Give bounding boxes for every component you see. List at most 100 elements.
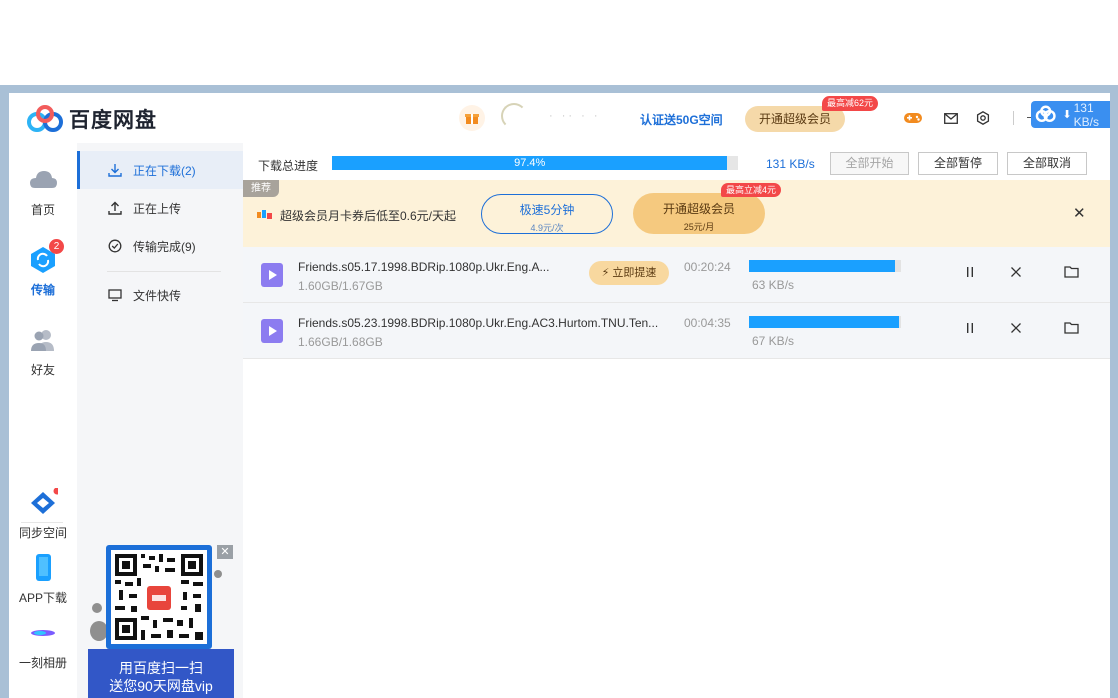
speed-up-button[interactable]: ⚡ 立即提速 — [589, 261, 669, 285]
boost-button-price: 4.9元/次 — [530, 223, 564, 233]
promo-line-2: 送您90天网盘vip — [109, 678, 213, 694]
settings-gear-icon[interactable] — [973, 108, 993, 128]
sidebar-label-quick-transfer: 文件快传 — [133, 288, 182, 303]
check-circle-icon — [107, 238, 123, 254]
sidebar-separator — [107, 271, 221, 272]
download-arrow-icon: ⬇ — [1062, 109, 1072, 121]
friends-icon — [28, 325, 58, 355]
app-title: 百度网盘 — [69, 109, 157, 132]
overall-speed: 131 KB/s — [766, 157, 815, 171]
task-file-name: Friends.s05.17.1998.BDRip.1080p.Ukr.Eng.… — [298, 260, 550, 274]
qr-code-frame — [106, 545, 212, 649]
speed-boost-5min-button[interactable]: 极速5分钟 4.9元/次 — [481, 194, 613, 234]
rail-label-album: 一刻相册 — [18, 656, 67, 670]
sidebar-label-completed: 传输完成(9) — [133, 239, 196, 254]
task-progress-bar — [749, 260, 901, 272]
title-bar: 百度网盘 · ·· · · 认证送50G空间 开通超级会员 最高减62元 — [9, 93, 1110, 143]
overall-progress-fill: 97.4% — [332, 156, 728, 170]
cancel-task-icon[interactable] — [1008, 265, 1024, 283]
sidebar-item-uploading[interactable]: 正在上传 — [77, 189, 243, 227]
ad-text: 超级会员月卡券后低至0.6元/天起 — [280, 209, 457, 223]
app-logo[interactable]: 百度网盘 — [27, 104, 157, 134]
overall-progress-row: 下载总进度 97.4% 131 KB/s 全部开始 全部暂停 全部取消 — [243, 143, 1110, 181]
video-file-icon — [261, 319, 283, 343]
rail-item-transfer[interactable]: 2 传输 — [9, 239, 77, 298]
video-file-icon — [261, 263, 283, 287]
ad-discount-badge: 最高立减4元 — [721, 183, 782, 197]
sync-icon — [28, 487, 61, 518]
rail-label-transfer: 传输 — [30, 283, 55, 297]
transfer-icon: 2 — [28, 239, 64, 275]
promo-close-button[interactable]: ✕ — [217, 545, 233, 559]
task-progress-fill — [749, 316, 900, 328]
vip-card-icon — [257, 210, 272, 219]
ad-open-vip-button[interactable]: 开通超级会员 25元/月 — [633, 193, 765, 234]
ad-vip-button-price: 25元/月 — [683, 222, 715, 232]
floating-speed-widget[interactable]: ⬇ 131 KB/s — [1031, 101, 1110, 129]
open-folder-icon[interactable] — [1063, 321, 1079, 339]
overall-progress-label: 下载总进度 — [258, 159, 319, 173]
sidebar-item-quick-transfer[interactable]: 文件快传 — [77, 276, 243, 314]
qr-promo[interactable]: ✕ 用百度扫一扫 送您90天网盘vip — [88, 545, 234, 698]
mail-icon[interactable] — [941, 108, 961, 128]
task-speed: 67 KB/s — [752, 334, 795, 348]
game-icon[interactable] — [903, 108, 923, 128]
cancel-all-button[interactable]: 全部取消 — [1007, 152, 1087, 175]
task-remaining-time: 00:20:24 — [684, 260, 731, 274]
transfer-count-badge: 2 — [49, 239, 64, 254]
rail-label-sync-space: 同步空间 — [18, 526, 67, 540]
boost-button-label: 极速5分钟 — [519, 203, 575, 217]
ad-vip-button-label: 开通超级会员 — [662, 202, 735, 216]
ad-close-icon[interactable]: ✕ — [1073, 204, 1086, 222]
decor-dot — [92, 603, 102, 613]
task-progress-bar — [749, 316, 901, 328]
task-progress-fill — [749, 260, 895, 272]
titlebar-divider — [1013, 111, 1014, 125]
overall-progress-bar: 97.4% — [332, 156, 738, 170]
pause-all-button[interactable]: 全部暂停 — [918, 152, 998, 175]
avatar[interactable] — [501, 103, 527, 129]
monitor-icon — [107, 287, 123, 303]
rail-item-sync-space[interactable]: 同步空间 — [9, 487, 77, 541]
username[interactable]: · ·· · · — [549, 110, 600, 122]
start-all-button[interactable]: 全部开始 — [830, 152, 909, 175]
promo-line-1: 用百度扫一扫 — [119, 660, 203, 676]
sidebar-label-uploading: 正在上传 — [133, 201, 182, 216]
pause-icon[interactable] — [962, 321, 978, 339]
pause-icon[interactable] — [962, 265, 978, 283]
rail-label-app-download: APP下载 — [18, 591, 67, 605]
rail-item-friends[interactable]: 好友 — [9, 325, 77, 378]
promo-banner[interactable]: 用百度扫一扫 送您90天网盘vip — [88, 649, 234, 698]
desktop-background — [0, 0, 1118, 85]
download-icon — [107, 162, 123, 178]
vip-discount-badge: 最高减62元 — [822, 96, 879, 111]
rail-item-album[interactable]: 一刻相册 — [9, 618, 77, 671]
sidebar-item-downloading[interactable]: 正在下载(2) — [77, 151, 243, 189]
gift-icon[interactable] — [459, 105, 485, 131]
task-file-name: Friends.s05.23.1998.BDRip.1080p.Ukr.Eng.… — [298, 316, 659, 330]
task-file-size: 1.60GB/1.67GB — [298, 279, 383, 293]
sidebar-item-completed[interactable]: 传输完成(9) — [77, 227, 243, 265]
vip-ad-banner: 推荐 超级会员月卡券后低至0.6元/天起 极速5分钟 4.9元/次 开通超级会员… — [243, 180, 1110, 247]
phone-icon — [28, 553, 58, 583]
album-icon — [28, 618, 58, 648]
cancel-task-icon[interactable] — [1008, 321, 1024, 339]
baidu-netdisk-logo-icon — [27, 105, 63, 132]
decor-dot — [214, 570, 222, 578]
task-remaining-time: 00:04:35 — [684, 316, 731, 330]
verify-link[interactable]: 认证送50G空间 — [640, 111, 723, 128]
task-file-size: 1.66GB/1.68GB — [298, 335, 383, 349]
netdisk-cloud-icon — [1035, 105, 1056, 122]
open-folder-icon[interactable] — [1063, 265, 1079, 283]
cloud-icon — [28, 165, 58, 195]
download-list-panel: 下载总进度 97.4% 131 KB/s 全部开始 全部暂停 全部取消 推荐 超… — [243, 143, 1110, 698]
qr-code — [111, 550, 207, 644]
upload-icon — [107, 200, 123, 216]
rail-item-app-download[interactable]: APP下载 — [9, 553, 77, 606]
rail-item-home[interactable]: 首页 — [9, 165, 77, 218]
task-speed: 63 KB/s — [752, 278, 795, 292]
recommend-tag: 推荐 — [243, 180, 279, 197]
download-task-row[interactable]: Friends.s05.23.1998.BDRip.1080p.Ukr.Eng.… — [243, 303, 1110, 359]
primary-nav-rail: 首页 2 传输 好友 同步空间 APP下载 一刻相册 — [9, 143, 77, 698]
download-task-row[interactable]: Friends.s05.17.1998.BDRip.1080p.Ukr.Eng.… — [243, 247, 1110, 303]
